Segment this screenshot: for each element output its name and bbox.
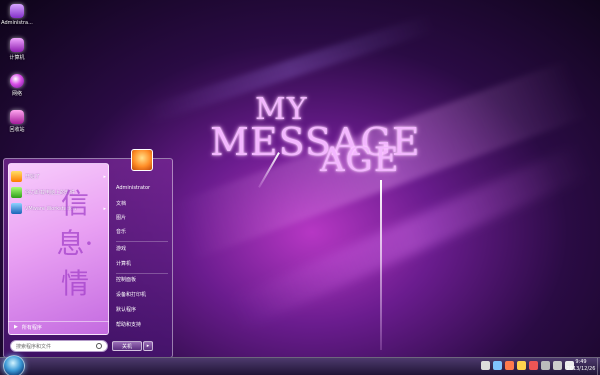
- link-administrator[interactable]: Administrator: [116, 185, 150, 191]
- start-menu: 开始了 ▸ 强力卸载电脑上的软件 VMware Workstation ▸ 信息…: [3, 149, 173, 358]
- wallpaper-text-age: AGE: [320, 140, 400, 180]
- desktop-icon-administrator[interactable]: Administra...: [0, 4, 34, 26]
- separator: [116, 241, 168, 242]
- computer-icon: [10, 38, 24, 52]
- link-games[interactable]: 游戏: [116, 245, 126, 252]
- user-folder-icon: [10, 4, 24, 18]
- desktop-icon-label: 计算机: [9, 55, 25, 61]
- search-placeholder: 搜索程序和文件: [16, 343, 52, 350]
- start-menu-right-pane: Administrator 文档 图片 音乐 游戏 计算机 控制面板 设备和打印…: [112, 149, 172, 353]
- arrow-right-icon: ▶: [14, 324, 18, 330]
- all-programs-button[interactable]: ▶ 所有程序: [8, 321, 109, 332]
- desktop-icon-label: Administra...: [1, 20, 33, 26]
- desktop-icon-label: 网络: [11, 91, 22, 97]
- clock-date: 2013/12/26: [566, 366, 596, 372]
- wallpaper-line: [380, 180, 382, 350]
- taskbar: 9:49 2013/12/26: [0, 355, 600, 375]
- system-tray: [481, 361, 574, 370]
- start-search-input[interactable]: 搜索程序和文件: [10, 340, 108, 352]
- program-icon: [11, 171, 22, 182]
- link-pictures[interactable]: 图片: [116, 214, 126, 221]
- program-icon: [11, 187, 22, 198]
- shutdown-button[interactable]: 关机: [112, 341, 142, 351]
- shutdown-options-button[interactable]: ▸: [143, 341, 153, 351]
- submenu-arrow-icon: ▸: [103, 173, 106, 180]
- keyboard-icon[interactable]: [481, 361, 490, 370]
- network-icon[interactable]: [553, 361, 562, 370]
- recycle-bin-icon: [10, 110, 24, 124]
- vmware-icon: [11, 203, 22, 214]
- network-icon: [10, 74, 24, 88]
- separator: [116, 273, 168, 274]
- taskbar-clock[interactable]: 9:49 2013/12/26: [562, 359, 600, 373]
- link-control-panel[interactable]: 控制面板: [116, 276, 136, 283]
- clock-time: 9:49: [575, 359, 587, 365]
- link-help-support[interactable]: 帮助和支持: [116, 321, 141, 328]
- desktop-icon-recycle-bin[interactable]: 回收站: [0, 110, 34, 133]
- wallpaper-light-beam: [229, 144, 591, 330]
- flag-icon[interactable]: [541, 361, 550, 370]
- start-button[interactable]: [3, 355, 25, 375]
- link-default-programs[interactable]: 默认程序: [116, 306, 136, 313]
- link-music[interactable]: 音乐: [116, 228, 126, 235]
- search-icon: [96, 343, 102, 349]
- desktop-icon-label: 回收站: [9, 127, 25, 133]
- start-menu-program-list: 开始了 ▸ 强力卸载电脑上的软件 VMware Workstation ▸ 信息…: [8, 163, 109, 335]
- link-documents[interactable]: 文档: [116, 200, 126, 207]
- tray-app-icon[interactable]: [529, 361, 538, 370]
- all-programs-label: 所有程序: [21, 324, 42, 331]
- submenu-arrow-icon: ▸: [103, 205, 106, 212]
- user-avatar[interactable]: [131, 149, 153, 171]
- program-item-start[interactable]: 开始了 ▸: [11, 170, 108, 183]
- tray-app-icon[interactable]: [505, 361, 514, 370]
- desktop-icon-computer[interactable]: 计算机: [0, 38, 34, 61]
- tray-app-icon[interactable]: [517, 361, 526, 370]
- desktop-icon-network[interactable]: 网络: [0, 74, 34, 97]
- tray-app-icon[interactable]: [493, 361, 502, 370]
- program-label: 开始了: [25, 174, 41, 180]
- start-menu-decoration-text: 信息·情: [56, 187, 94, 300]
- link-devices-printers[interactable]: 设备和打印机: [116, 291, 146, 298]
- link-computer[interactable]: 计算机: [116, 260, 131, 267]
